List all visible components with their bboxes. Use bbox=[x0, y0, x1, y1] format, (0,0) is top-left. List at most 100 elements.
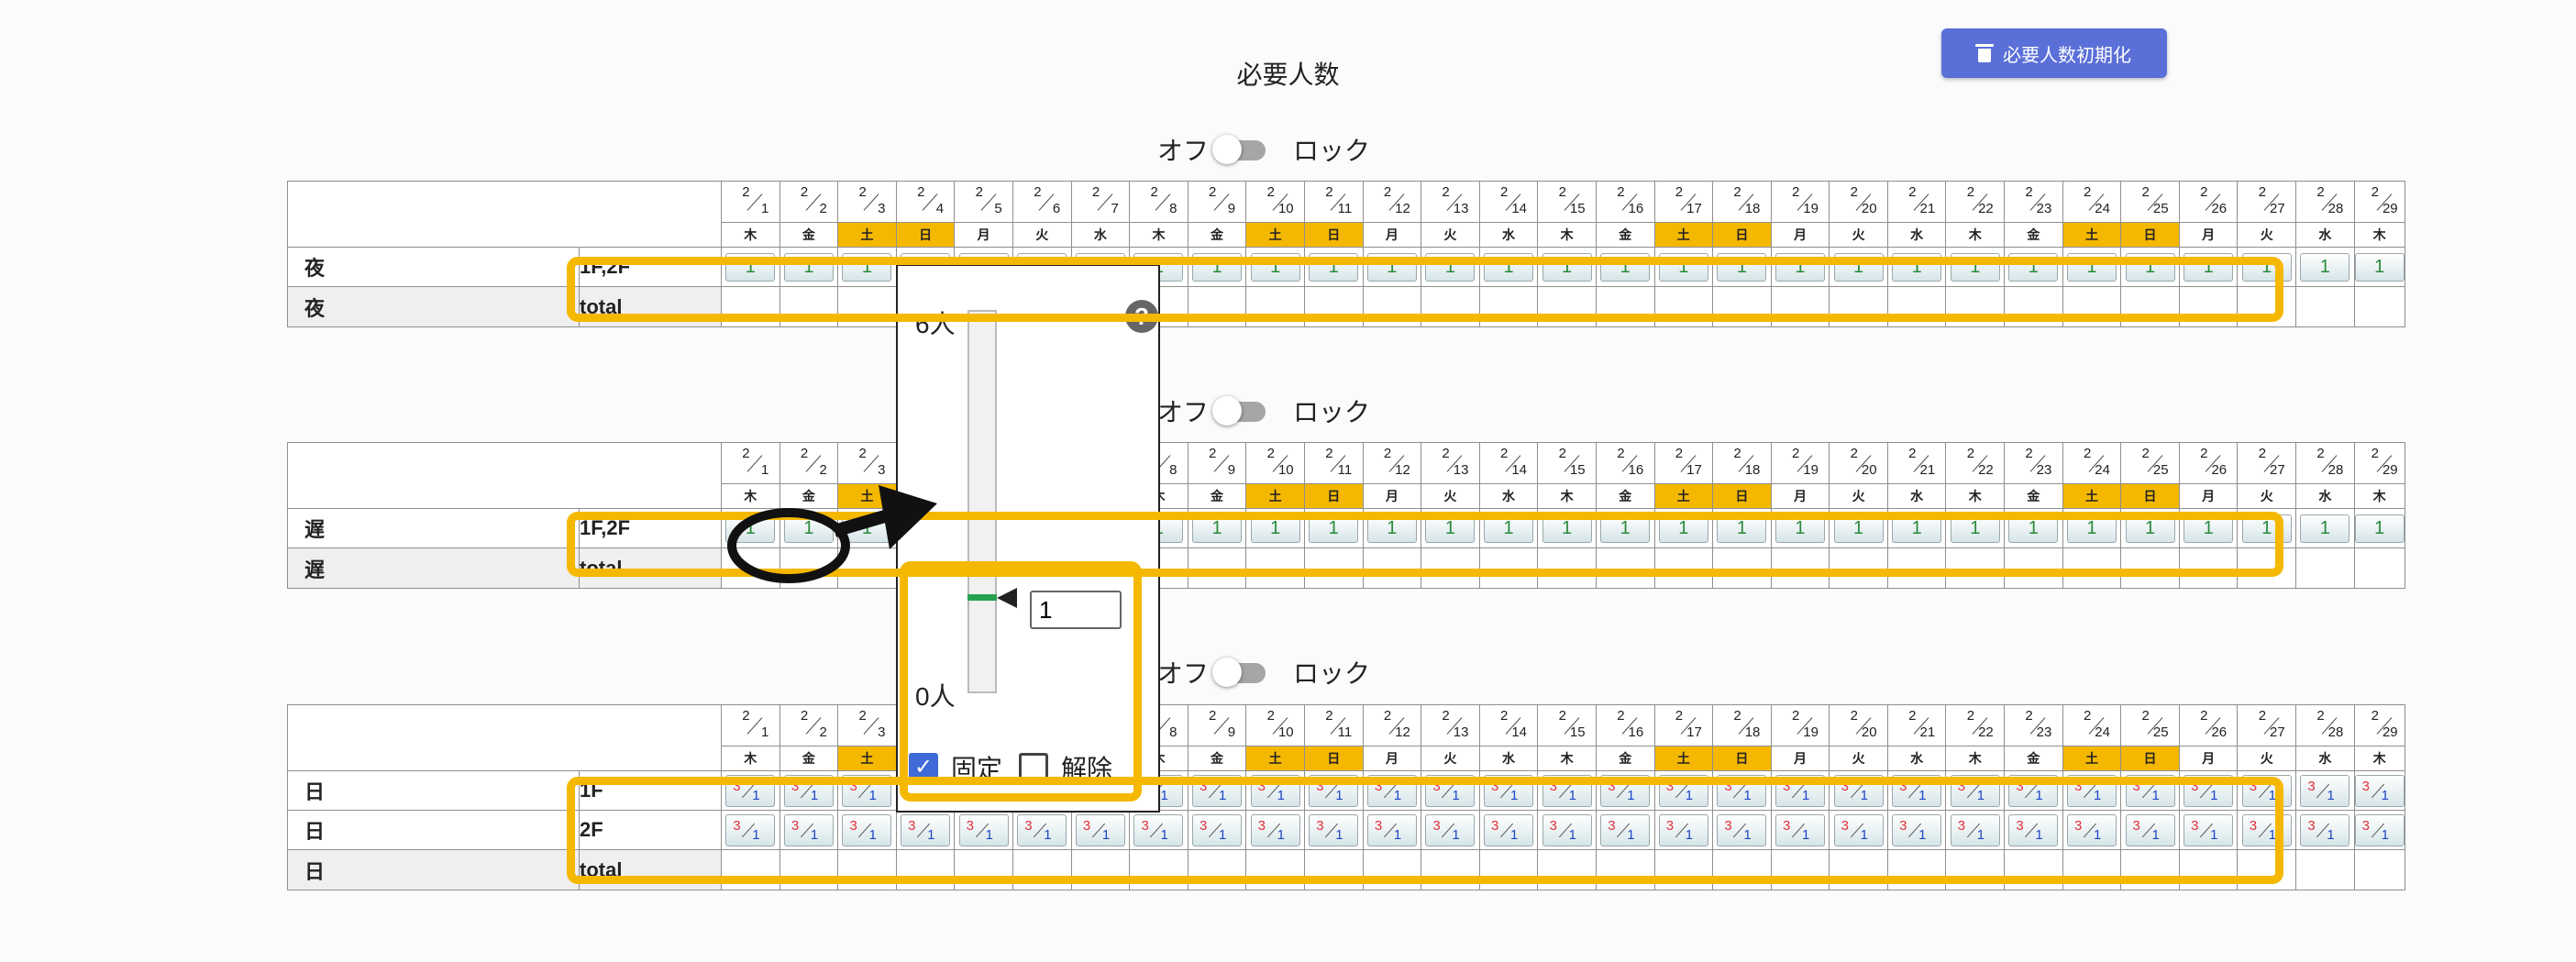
required-count-button[interactable]: 31 bbox=[1833, 813, 1884, 846]
required-count-button[interactable]: 1 bbox=[2066, 252, 2117, 282]
required-count-button[interactable]: 1 bbox=[2125, 514, 2175, 543]
required-count-button[interactable]: 1 bbox=[2354, 514, 2405, 543]
required-count-button[interactable]: 1 bbox=[1250, 514, 1300, 543]
required-count-button[interactable]: 1 bbox=[1192, 514, 1243, 543]
required-count-button[interactable]: 31 bbox=[725, 813, 776, 846]
reset-required-count-button[interactable]: 必要人数初期化 bbox=[1941, 28, 2167, 78]
help-icon[interactable]: ? bbox=[1125, 300, 1158, 333]
required-count-button[interactable]: 31 bbox=[2354, 774, 2405, 807]
required-count-button[interactable]: 31 bbox=[1892, 813, 1942, 846]
required-count-button[interactable]: 31 bbox=[2125, 774, 2175, 807]
required-count-button[interactable]: 31 bbox=[783, 774, 834, 807]
required-count-button[interactable]: 31 bbox=[958, 813, 1009, 846]
required-count-button[interactable]: 31 bbox=[2125, 813, 2175, 846]
required-count-button[interactable]: 1 bbox=[2354, 252, 2405, 282]
release-checkbox[interactable] bbox=[1019, 753, 1049, 782]
required-count-button[interactable]: 1 bbox=[2125, 252, 2175, 282]
required-count-button[interactable]: 1 bbox=[2184, 252, 2234, 282]
required-count-button[interactable]: 31 bbox=[842, 774, 892, 807]
required-count-button[interactable]: 1 bbox=[2241, 514, 2292, 543]
required-count-button[interactable]: 31 bbox=[2354, 813, 2405, 846]
required-count-button[interactable]: 31 bbox=[1892, 774, 1942, 807]
required-count-button[interactable]: 31 bbox=[725, 774, 776, 807]
required-count-button[interactable]: 31 bbox=[2300, 774, 2350, 807]
fixed-checkbox[interactable]: ✓ bbox=[909, 753, 938, 782]
required-count-button[interactable]: 1 bbox=[2008, 252, 2059, 282]
required-count-button[interactable]: 1 bbox=[1717, 514, 1767, 543]
required-count-button[interactable]: 31 bbox=[1192, 813, 1243, 846]
lock-toggle[interactable] bbox=[1212, 654, 1273, 691]
required-count-button[interactable]: 31 bbox=[2066, 774, 2117, 807]
required-count-button[interactable]: 31 bbox=[2241, 774, 2292, 807]
required-count-button[interactable]: 31 bbox=[1075, 813, 1125, 846]
required-count-button[interactable]: 1 bbox=[1192, 252, 1243, 282]
required-count-button[interactable]: 1 bbox=[2008, 514, 2059, 543]
required-count-button[interactable]: 31 bbox=[1192, 774, 1243, 807]
required-count-button[interactable]: 31 bbox=[1309, 813, 1359, 846]
required-count-button[interactable]: 31 bbox=[1250, 774, 1300, 807]
required-count-button[interactable]: 1 bbox=[1950, 252, 2000, 282]
required-count-button[interactable]: 31 bbox=[1658, 774, 1708, 807]
lock-toggle[interactable] bbox=[1212, 131, 1273, 168]
lock-toggle[interactable] bbox=[1212, 393, 1273, 429]
required-count-button[interactable]: 1 bbox=[783, 252, 834, 282]
required-count-button[interactable]: 31 bbox=[783, 813, 834, 846]
required-count-button[interactable]: 1 bbox=[1484, 252, 1534, 282]
required-count-button[interactable]: 31 bbox=[2066, 813, 2117, 846]
required-count-button[interactable]: 31 bbox=[1133, 813, 1184, 846]
required-count-button[interactable]: 31 bbox=[1833, 774, 1884, 807]
required-count-button[interactable]: 1 bbox=[1658, 514, 1708, 543]
required-count-button[interactable]: 31 bbox=[1600, 813, 1651, 846]
required-count-button[interactable]: 31 bbox=[1658, 813, 1708, 846]
required-count-button[interactable]: 1 bbox=[1774, 514, 1825, 543]
slider-pointer-icon[interactable] bbox=[997, 588, 1017, 609]
required-count-button[interactable]: 31 bbox=[1425, 813, 1476, 846]
required-count-button[interactable]: 1 bbox=[725, 252, 776, 282]
required-count-button[interactable]: 1 bbox=[2184, 514, 2234, 543]
required-count-button[interactable]: 1 bbox=[1892, 252, 1942, 282]
required-count-button[interactable]: 1 bbox=[1309, 514, 1359, 543]
required-count-button[interactable]: 31 bbox=[1484, 774, 1534, 807]
count-slider-track[interactable] bbox=[967, 310, 997, 693]
required-count-button[interactable]: 31 bbox=[1774, 774, 1825, 807]
required-count-button[interactable]: 31 bbox=[1017, 813, 1067, 846]
required-count-button[interactable]: 1 bbox=[1833, 252, 1884, 282]
required-count-button[interactable]: 31 bbox=[1366, 774, 1417, 807]
required-count-button[interactable]: 31 bbox=[1950, 813, 2000, 846]
required-count-button[interactable]: 1 bbox=[2300, 252, 2350, 282]
required-count-button[interactable]: 31 bbox=[1425, 774, 1476, 807]
required-count-button[interactable]: 31 bbox=[1542, 774, 1592, 807]
required-count-button[interactable]: 1 bbox=[1425, 514, 1476, 543]
required-count-button[interactable]: 31 bbox=[1950, 774, 2000, 807]
required-count-button[interactable]: 1 bbox=[2241, 252, 2292, 282]
required-count-button[interactable]: 31 bbox=[2008, 813, 2059, 846]
required-count-button[interactable]: 1 bbox=[1717, 252, 1767, 282]
required-count-button[interactable]: 31 bbox=[901, 813, 951, 846]
required-count-button[interactable]: 1 bbox=[1484, 514, 1534, 543]
required-count-button[interactable]: 31 bbox=[2184, 813, 2234, 846]
required-count-button[interactable]: 1 bbox=[1366, 514, 1417, 543]
required-count-button[interactable]: 31 bbox=[1309, 774, 1359, 807]
required-count-button[interactable]: 31 bbox=[2184, 774, 2234, 807]
required-count-button[interactable]: 31 bbox=[1600, 774, 1651, 807]
required-count-button[interactable]: 1 bbox=[1250, 252, 1300, 282]
required-count-button[interactable]: 31 bbox=[1250, 813, 1300, 846]
required-count-button[interactable]: 1 bbox=[1542, 252, 1592, 282]
count-input[interactable] bbox=[1030, 591, 1122, 629]
required-count-button[interactable]: 1 bbox=[1542, 514, 1592, 543]
required-count-button[interactable]: 31 bbox=[2241, 813, 2292, 846]
required-count-button[interactable]: 1 bbox=[1600, 252, 1651, 282]
required-count-button[interactable]: 1 bbox=[1774, 252, 1825, 282]
required-count-button[interactable]: 1 bbox=[842, 252, 892, 282]
required-count-button[interactable]: 1 bbox=[1309, 252, 1359, 282]
required-count-button[interactable]: 1 bbox=[1366, 252, 1417, 282]
required-count-button[interactable]: 31 bbox=[1542, 813, 1592, 846]
required-count-button[interactable]: 1 bbox=[1892, 514, 1942, 543]
required-count-button[interactable]: 1 bbox=[1658, 252, 1708, 282]
required-count-button[interactable]: 1 bbox=[1425, 252, 1476, 282]
required-count-button[interactable]: 1 bbox=[1833, 514, 1884, 543]
required-count-button[interactable]: 31 bbox=[1717, 774, 1767, 807]
required-count-button[interactable]: 31 bbox=[1774, 813, 1825, 846]
required-count-button[interactable]: 31 bbox=[2008, 774, 2059, 807]
required-count-button[interactable]: 31 bbox=[1717, 813, 1767, 846]
